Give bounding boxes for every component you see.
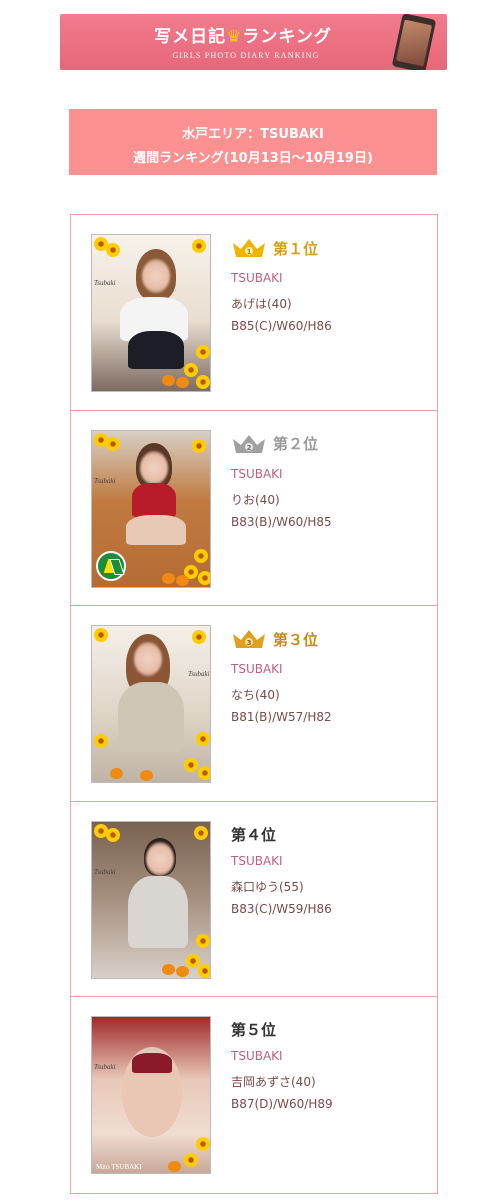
banner-title-pre: 写メ日記 bbox=[154, 27, 227, 47]
svg-text:2: 2 bbox=[247, 444, 252, 452]
ranking-banner[interactable]: 写メ日記♛ランキング GIRLS PHOTO DIARY RANKING bbox=[60, 14, 447, 70]
rank-text: 第３位 bbox=[273, 630, 319, 649]
svg-text:3: 3 bbox=[247, 639, 252, 647]
rank-text: 第１位 bbox=[273, 239, 319, 258]
crown-icon: ♛ bbox=[226, 27, 243, 47]
girl-photo[interactable]: Tsubaki bbox=[91, 234, 211, 392]
measurements: B87(D)/W60/H89 bbox=[231, 1097, 333, 1112]
ranking-list: Tsubaki 1 第１位 TSUBAKI あげは(40) B85(C)/W60… bbox=[70, 214, 438, 1194]
rank-label: 3 第３位 bbox=[231, 628, 318, 650]
ranking-item-2[interactable]: Tsubaki 2 第２位 TSUBAKI りお(40) B83(B)/W60/… bbox=[71, 411, 437, 607]
bronze-crown-icon: 3 bbox=[233, 630, 265, 649]
photo-logo-small: Tsubaki bbox=[94, 1063, 116, 1072]
girl-photo[interactable]: Tsubaki bbox=[91, 820, 211, 979]
rank-label: 2 第２位 bbox=[231, 433, 318, 455]
girl-name[interactable]: なち(40) bbox=[231, 686, 280, 703]
rank-text: 第４位 bbox=[231, 825, 277, 844]
girl-name[interactable]: 森口ゆう(55) bbox=[231, 878, 304, 895]
area-heading: 水戸エリア：TSUBAKI 週間ランキング(10月13日〜10月19日) bbox=[69, 109, 437, 175]
rank-label: 第５位 bbox=[231, 1019, 276, 1040]
gold-crown-icon: 1 bbox=[233, 239, 265, 257]
banner-title-post: ランキング bbox=[242, 27, 332, 47]
ranking-item-4[interactable]: Tsubaki 第４位 TSUBAKI 森口ゆう(55) B83(C)/W59/… bbox=[71, 802, 437, 998]
shop-name: TSUBAKI bbox=[231, 853, 283, 868]
photo-logo: Mito TSUBAKI bbox=[96, 1163, 142, 1172]
ranking-item-3[interactable]: Tsubaki 3 第３位 TSUBAKI なち(40) B81(B)/W57/… bbox=[71, 606, 437, 802]
rank-label: 1 第１位 bbox=[231, 237, 318, 259]
girl-photo[interactable]: Tsubaki Mito TSUBAKI bbox=[91, 1016, 211, 1175]
ranking-item-1[interactable]: Tsubaki 1 第１位 TSUBAKI あげは(40) B85(C)/W60… bbox=[71, 215, 437, 411]
banner-title: 写メ日記♛ランキング bbox=[138, 22, 348, 47]
ranking-item-5[interactable]: Tsubaki Mito TSUBAKI 第５位 TSUBAKI 吉岡あずさ(4… bbox=[71, 997, 437, 1193]
beginner-mark-icon bbox=[96, 550, 126, 581]
svg-text:1: 1 bbox=[247, 248, 252, 256]
rank-text: 第２位 bbox=[273, 435, 319, 454]
measurements: B83(C)/W59/H86 bbox=[231, 901, 332, 916]
photo-logo: Tsubaki bbox=[94, 279, 116, 287]
photo-logo: Tsubaki bbox=[94, 867, 116, 876]
measurements: B85(C)/W60/H86 bbox=[231, 319, 332, 333]
girl-name[interactable]: りお(40) bbox=[231, 491, 280, 508]
area-title: 水戸エリア：TSUBAKI bbox=[182, 127, 324, 142]
ranking-period: 週間ランキング(10月13日〜10月19日) bbox=[133, 151, 373, 166]
shop-name: TSUBAKI bbox=[231, 466, 283, 481]
phone-icon bbox=[391, 14, 437, 70]
rank-label: 第４位 bbox=[231, 824, 276, 845]
girl-photo[interactable]: Tsubaki bbox=[91, 429, 211, 588]
shop-name: TSUBAKI bbox=[231, 662, 283, 677]
girl-name[interactable]: あげは(40) bbox=[231, 295, 292, 312]
shop-name: TSUBAKI bbox=[231, 1049, 283, 1064]
rank-text: 第５位 bbox=[231, 1021, 277, 1040]
photo-logo: Tsubaki bbox=[94, 476, 116, 485]
banner-subtitle: GIRLS PHOTO DIARY RANKING bbox=[172, 51, 320, 60]
girl-photo[interactable]: Tsubaki bbox=[91, 625, 211, 784]
measurements: B83(B)/W60/H85 bbox=[231, 514, 332, 529]
silver-crown-icon: 2 bbox=[233, 434, 265, 453]
measurements: B81(B)/W57/H82 bbox=[231, 710, 332, 725]
photo-logo: Tsubaki bbox=[188, 670, 210, 679]
girl-name[interactable]: 吉岡あずさ(40) bbox=[231, 1073, 316, 1090]
shop-name: TSUBAKI bbox=[231, 271, 283, 285]
